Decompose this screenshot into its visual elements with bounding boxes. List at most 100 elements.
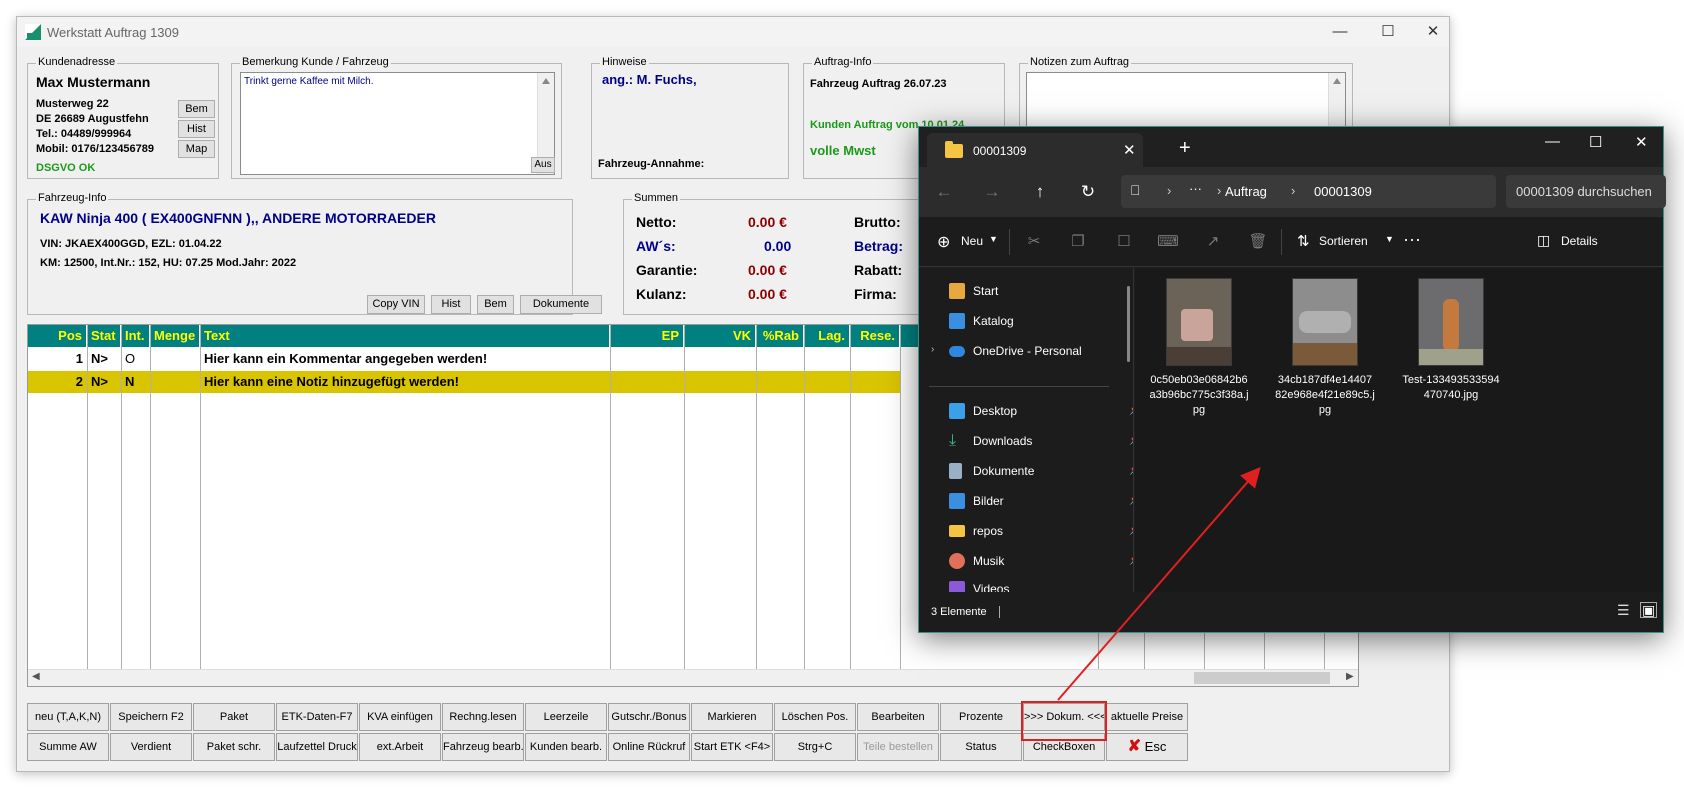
file-thumbnail[interactable] bbox=[1418, 278, 1484, 366]
nav-item-dokumente[interactable]: Dokumente 📌 bbox=[949, 456, 1133, 486]
file-name[interactable]: Test-133493533594470740.jpg bbox=[1401, 373, 1501, 403]
speichern-button[interactable]: Speichern F2 bbox=[110, 703, 192, 731]
paste-icon[interactable]: ☐ bbox=[1113, 231, 1135, 253]
ellipsis-icon[interactable]: ··· bbox=[1189, 181, 1202, 196]
pin-icon[interactable]: 📌 bbox=[1129, 495, 1133, 506]
aktuelle-preise-button[interactable]: aktuelle Preise bbox=[1106, 703, 1188, 731]
header-pos[interactable]: Pos bbox=[28, 325, 87, 347]
loeschen-pos-button[interactable]: Löschen Pos. bbox=[774, 703, 856, 731]
nav-item-videos[interactable]: Videos bbox=[949, 574, 1129, 594]
nav-item-onedrive[interactable]: OneDrive - Personal bbox=[949, 336, 1129, 366]
neu-button[interactable]: neu (T,A,K,N) bbox=[27, 703, 109, 731]
nav-scrollbar[interactable] bbox=[1127, 286, 1130, 362]
details-button[interactable]: Details bbox=[1561, 234, 1598, 248]
nav-item-bilder[interactable]: Bilder 📌 bbox=[949, 486, 1133, 516]
delete-icon[interactable]: 🗑 bbox=[1247, 231, 1269, 253]
nav-item-downloads[interactable]: ⤓ Downloads 📌 bbox=[949, 426, 1133, 456]
rename-icon[interactable]: ⌨ bbox=[1157, 231, 1179, 253]
new-tab-icon[interactable]: + bbox=[1179, 137, 1191, 160]
file-thumbnail[interactable] bbox=[1166, 278, 1232, 366]
header-lag[interactable]: Lag. bbox=[804, 325, 850, 347]
copy-icon[interactable]: ❐ bbox=[1067, 231, 1089, 253]
title-bar[interactable]: Werkstatt Auftrag 1309 — ☐ ✕ bbox=[17, 17, 1449, 47]
header-rab[interactable]: %Rab bbox=[756, 325, 804, 347]
header-ep[interactable]: EP bbox=[610, 325, 684, 347]
nav-item-repos[interactable]: repos 📌 bbox=[949, 516, 1133, 546]
forward-icon[interactable]: → bbox=[979, 179, 1005, 205]
kva-einfuegen-button[interactable]: KVA einfügen bbox=[359, 703, 441, 731]
close-icon[interactable]: ✕ bbox=[1413, 21, 1453, 43]
cut-icon[interactable]: ✂ bbox=[1023, 231, 1045, 253]
file-list[interactable]: 0c50eb03e06842b6a3b96bc775c3f38a.jpg 34c… bbox=[1135, 268, 1663, 594]
bearbeiten-button[interactable]: Bearbeiten bbox=[857, 703, 939, 731]
more-options-icon[interactable]: ··· bbox=[1403, 229, 1421, 250]
header-stat[interactable]: Stat bbox=[87, 325, 121, 347]
paket-schr-button[interactable]: Paket schr. bbox=[193, 733, 275, 761]
scroll-left-icon[interactable]: ◀ bbox=[32, 671, 40, 682]
share-icon[interactable]: ↗ bbox=[1202, 231, 1224, 253]
grid-horizontal-scrollbar[interactable]: ◀ ▶ bbox=[28, 669, 1358, 686]
kunde-map-button[interactable]: Map bbox=[178, 140, 215, 158]
refresh-icon[interactable]: ↻ bbox=[1075, 179, 1101, 205]
sort-button[interactable]: Sortieren bbox=[1319, 234, 1368, 248]
markieren-button[interactable]: Markieren bbox=[691, 703, 773, 731]
file-name[interactable]: 34cb187df4e1440782e968e4f21e89c5.jpg bbox=[1275, 373, 1375, 418]
list-view-icon[interactable]: ☰ bbox=[1617, 602, 1630, 619]
rechnung-lesen-button[interactable]: Rechng.lesen bbox=[442, 703, 524, 731]
minimize-icon[interactable]: — bbox=[1320, 21, 1360, 43]
strg-c-button[interactable]: Strg+C bbox=[774, 733, 856, 761]
nav-item-start[interactable]: Start bbox=[949, 276, 1129, 306]
leerzeile-button[interactable]: Leerzeile bbox=[525, 703, 607, 731]
summe-aw-button[interactable]: Summe AW bbox=[27, 733, 109, 761]
scrollbar-thumb[interactable] bbox=[1194, 672, 1330, 684]
kunde-hist-button[interactable]: Hist bbox=[178, 120, 215, 138]
header-menge[interactable]: Menge bbox=[150, 325, 200, 347]
nav-item-katalog[interactable]: Katalog bbox=[949, 306, 1129, 336]
dokumente-button[interactable]: Dokumente bbox=[520, 295, 602, 314]
tiles-view-icon[interactable]: ▣ bbox=[1640, 602, 1658, 618]
breadcrumb-folder[interactable]: 00001309 bbox=[1314, 184, 1372, 199]
start-etk-button[interactable]: Start ETK <F4> bbox=[691, 733, 773, 761]
up-icon[interactable]: ↑ bbox=[1027, 179, 1053, 205]
fahrzeug-hist-button[interactable]: Hist bbox=[431, 295, 471, 314]
back-icon[interactable]: ← bbox=[931, 179, 957, 205]
kunde-bem-button[interactable]: Bem bbox=[178, 100, 215, 118]
fahrzeug-bearb-button[interactable]: Fahrzeug bearb. bbox=[442, 733, 524, 761]
fahrzeug-bem-button[interactable]: Bem bbox=[477, 295, 514, 314]
header-rese[interactable]: Rese. bbox=[850, 325, 900, 347]
kunden-bearb-button[interactable]: Kunden bearb. bbox=[525, 733, 607, 761]
laufzettel-druck-button[interactable]: Laufzettel Druck bbox=[276, 733, 358, 761]
aus-button[interactable]: Aus bbox=[531, 157, 555, 173]
tab-close-icon[interactable]: ✕ bbox=[1123, 141, 1136, 159]
verdient-button[interactable]: Verdient bbox=[110, 733, 192, 761]
paket-button[interactable]: Paket bbox=[193, 703, 275, 731]
esc-button[interactable]: ✘ Esc bbox=[1106, 733, 1188, 761]
pin-icon[interactable]: 📌 bbox=[1129, 405, 1133, 416]
status-button[interactable]: Status bbox=[940, 733, 1022, 761]
close-icon[interactable]: ✕ bbox=[1635, 133, 1648, 151]
copy-vin-button[interactable]: Copy VIN bbox=[367, 295, 425, 314]
explorer-tab[interactable]: 00001309 ✕ bbox=[927, 133, 1143, 167]
explorer-tab-bar[interactable]: 00001309 ✕ + — ☐ ✕ bbox=[919, 127, 1663, 167]
table-row-selected[interactable]: 2 N> N Hier kann eine Notiz hinzugefügt … bbox=[28, 371, 900, 393]
maximize-icon[interactable]: ☐ bbox=[1589, 133, 1602, 151]
pin-icon[interactable]: 📌 bbox=[1129, 435, 1133, 446]
online-rueckruf-button[interactable]: Online Rückruf bbox=[608, 733, 690, 761]
maximize-icon[interactable]: ☐ bbox=[1368, 21, 1408, 43]
bemerkung-textarea[interactable]: Trinkt gerne Kaffee mit Milch. Aus bbox=[240, 72, 555, 175]
header-int[interactable]: Int. bbox=[121, 325, 150, 347]
header-text[interactable]: Text bbox=[200, 325, 610, 347]
nav-item-musik[interactable]: Musik 📌 bbox=[949, 546, 1133, 576]
prozente-button[interactable]: Prozente bbox=[940, 703, 1022, 731]
minimize-icon[interactable]: — bbox=[1545, 133, 1560, 150]
new-button[interactable]: Neu bbox=[961, 234, 983, 248]
ext-arbeit-button[interactable]: ext.Arbeit bbox=[359, 733, 441, 761]
file-thumbnail[interactable] bbox=[1292, 278, 1358, 366]
address-bar[interactable]: ⎕ › ··· › Auftrag › 00001309 bbox=[1121, 175, 1496, 208]
etk-daten-button[interactable]: ETK-Daten-F7 bbox=[276, 703, 358, 731]
breadcrumb-auftrag[interactable]: Auftrag bbox=[1225, 184, 1267, 199]
pin-icon[interactable]: 📌 bbox=[1129, 555, 1133, 566]
search-input[interactable]: 00001309 durchsuchen bbox=[1506, 175, 1666, 208]
file-name[interactable]: 0c50eb03e06842b6a3b96bc775c3f38a.jpg bbox=[1149, 373, 1249, 418]
scroll-right-icon[interactable]: ▶ bbox=[1346, 671, 1354, 682]
